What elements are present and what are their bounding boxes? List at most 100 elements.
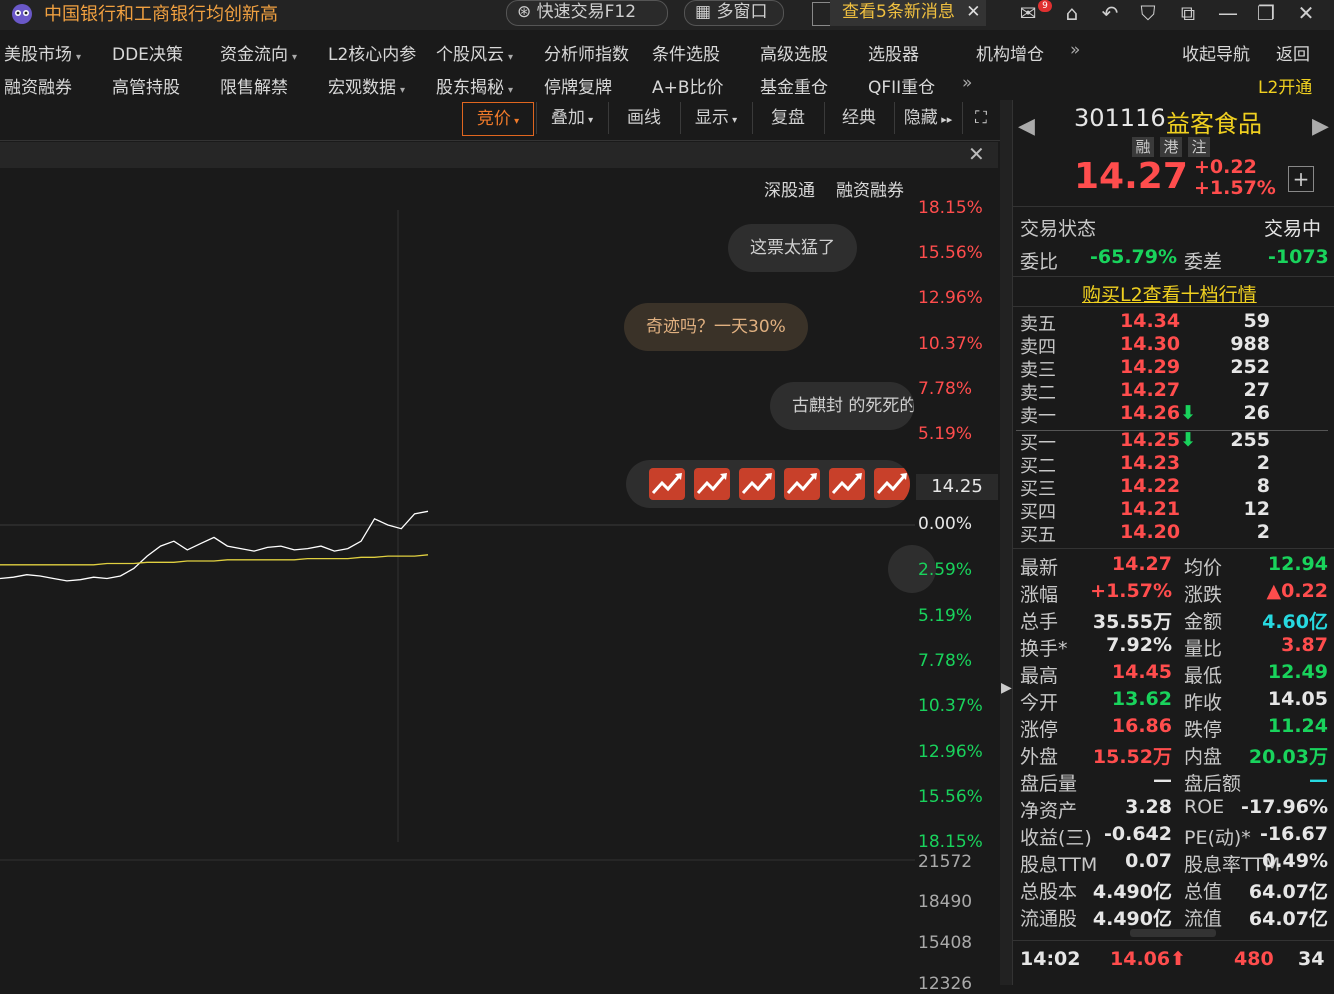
menu-item[interactable]: 限售解禁 — [220, 73, 288, 98]
menu-item[interactable]: 选股器 — [868, 40, 919, 65]
multi-window-button[interactable]: ▦ 多窗口 — [684, 0, 784, 26]
down-arrow-icon: ⬇ — [1180, 429, 1197, 451]
new-messages-button[interactable]: 查看5条新消息 ✕ — [830, 0, 987, 26]
y-tick-label: 5.19% — [918, 606, 973, 626]
stat-label: 涨幅 — [1020, 584, 1059, 606]
stat-label: 流通股 — [1020, 908, 1078, 930]
y-tick-label: 15.56% — [918, 243, 983, 263]
close-icon[interactable]: ✕ — [966, 2, 980, 22]
tick-price: 14.06⬆ — [1110, 948, 1186, 970]
add-watchlist-icon[interactable]: + — [1288, 166, 1314, 192]
volume-tick-label: 18490 — [918, 892, 973, 912]
comment-bubble[interactable]: 古麒封 的死死的 — [770, 382, 914, 430]
restore-icon[interactable]: ⧉ — [1176, 2, 1200, 26]
undo-icon[interactable]: ↶ — [1098, 2, 1122, 26]
l2-buy-link[interactable]: 购买L2查看十档行情 — [1082, 280, 1257, 307]
minimize-icon[interactable]: — — [1216, 2, 1240, 26]
next-stock-icon[interactable]: ▶ — [1312, 114, 1329, 139]
emoji-bubble[interactable] — [626, 460, 910, 508]
menu-more-icon-2[interactable]: » — [962, 73, 972, 93]
y-tick-label: 7.78% — [918, 379, 973, 399]
news-ticker[interactable]: 中国银行和工商银行均创新高 — [44, 0, 278, 26]
menu-item[interactable]: 分析师指数 — [544, 40, 629, 65]
display-button[interactable]: 显示 ▾ — [680, 102, 751, 134]
order-volume: 26 — [1243, 402, 1270, 424]
stat-label: 净资产 — [1020, 800, 1078, 822]
menu-item-label: 分析师指数 — [544, 45, 629, 65]
wc-value: -1073 — [1268, 246, 1329, 268]
l2-open-link[interactable]: L2开通 — [1258, 73, 1312, 98]
hide-button[interactable]: 隐藏 ▸▸ — [894, 102, 961, 134]
menu-item-label: 选股器 — [868, 45, 919, 65]
stat-value: 14.45 — [1111, 661, 1172, 683]
collapse-nav-link[interactable]: 收起导航 — [1182, 40, 1250, 65]
replay-button[interactable]: 复盘 — [752, 102, 823, 134]
sgt-label[interactable]: 深股通 — [764, 176, 815, 201]
menu-item[interactable]: 个股风云 ▾ — [436, 40, 513, 65]
stat-value: 64.07亿 — [1248, 908, 1328, 930]
mail-icon[interactable]: ✉ — [1016, 2, 1040, 26]
margin-label[interactable]: 融资融券 — [836, 176, 904, 201]
y-tick-label: 12.96% — [918, 288, 983, 308]
splitter-arrow-icon[interactable]: ▶ — [1001, 680, 1012, 696]
menu-item[interactable]: 宏观数据 ▾ — [328, 73, 405, 98]
fullscreen-icon[interactable]: ⛶ — [962, 102, 999, 134]
y-tick-label: 7.78% — [918, 651, 973, 671]
wb-value: -65.79% — [1090, 246, 1178, 268]
menu-item[interactable]: 美股市场 ▾ — [4, 40, 81, 65]
stat-value: — — [1309, 769, 1328, 791]
shirt-icon[interactable]: ⛉ — [1136, 2, 1160, 26]
trend-up-icon — [648, 468, 910, 500]
home-icon[interactable]: ⌂ — [1060, 2, 1084, 26]
menu-item[interactable]: 高管持股 — [112, 73, 180, 98]
trend-up-icon — [649, 468, 685, 500]
menu-item[interactable]: 高级选股 — [760, 40, 828, 65]
menu-item[interactable]: A+B比价 — [652, 73, 724, 98]
auction-button[interactable]: 竞价 ▾ — [462, 102, 534, 136]
app-logo-icon — [8, 2, 36, 26]
menu-item[interactable]: 融资融券 — [4, 73, 72, 98]
menu-item[interactable]: DDE决策 — [112, 40, 183, 65]
splitter-handle[interactable] — [1000, 100, 1012, 985]
menu-item[interactable]: 机构增仓 — [976, 40, 1044, 65]
price-change-pct: +1.57% — [1194, 177, 1276, 199]
menu-item[interactable]: 基金重仓 — [760, 73, 828, 98]
chart-close-icon[interactable]: ✕ — [968, 142, 985, 166]
menu-item-label: 条件选股 — [652, 45, 720, 65]
menu-more-icon[interactable]: » — [1070, 40, 1080, 60]
menu-item[interactable]: 条件选股 — [652, 40, 720, 65]
menu-item[interactable]: QFII重仓 — [868, 73, 935, 98]
menu-item-label: 机构增仓 — [976, 45, 1044, 65]
menu-item[interactable]: 股东揭秘 ▾ — [436, 73, 513, 98]
quick-trade-button[interactable]: ⊛ 快速交易F12 — [506, 0, 668, 26]
close-window-icon[interactable]: ✕ — [1294, 2, 1318, 26]
stat-value: 4.490亿 — [1092, 881, 1172, 903]
overlay-button[interactable]: 叠加 ▾ — [536, 102, 607, 134]
classic-button[interactable]: 经典 — [824, 102, 893, 134]
menu-item-label: 高管持股 — [112, 78, 180, 98]
menu-item-label: 停牌复牌 — [544, 78, 612, 98]
wc-label: 委差 — [1184, 251, 1223, 273]
auction-label: 竞价 — [476, 109, 511, 129]
stat-value: 13.62 — [1111, 688, 1172, 710]
menu-item[interactable]: 停牌复牌 — [544, 73, 612, 98]
back-link[interactable]: 返回 — [1276, 40, 1310, 65]
stat-label: 收益(三) — [1020, 827, 1092, 849]
order-price-value: 14.25 — [1120, 429, 1181, 451]
current-price: 14.27 — [1074, 156, 1188, 197]
menu-item[interactable]: 资金流向 ▾ — [220, 40, 297, 65]
y-tick-label: 2.59% — [918, 560, 973, 580]
comment-bubble[interactable]: 奇迹吗？一天30% — [624, 303, 808, 351]
maximize-icon[interactable]: ❐ — [1254, 2, 1278, 26]
menu-item[interactable]: L2核心内参 — [328, 40, 416, 65]
tick-volume: 480 — [1234, 948, 1274, 970]
stat-label: 总值 — [1184, 881, 1223, 903]
price-change: +0.22 — [1194, 156, 1257, 178]
order-price: 14.22 — [1120, 475, 1180, 497]
trend-up-icon — [694, 468, 730, 500]
comment-bubble[interactable]: 这票太猛了 — [728, 224, 857, 272]
status-label: 交易状态 — [1020, 218, 1097, 240]
prev-stock-icon[interactable]: ◀ — [1018, 114, 1035, 139]
draw-line-button[interactable]: 画线 — [608, 102, 679, 134]
status-value: 交易中 — [1264, 218, 1322, 240]
